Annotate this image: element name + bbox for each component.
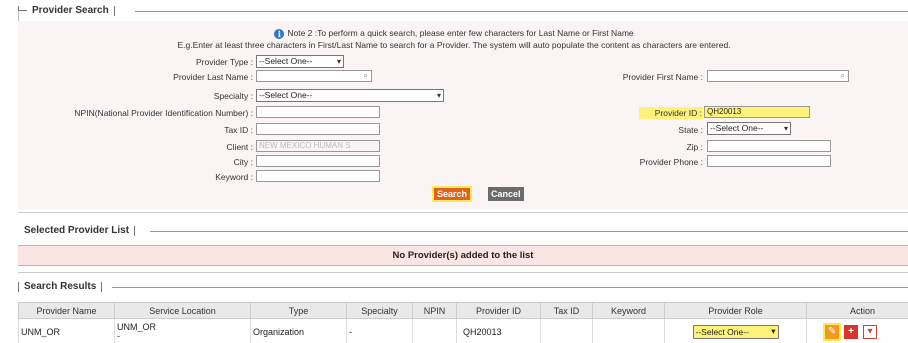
- zip-input[interactable]: [707, 140, 831, 152]
- note-line-2: E.g.Enter at least three characters in F…: [177, 40, 731, 50]
- info-icon: i: [274, 29, 285, 39]
- city-input[interactable]: [256, 155, 380, 167]
- chevron-down-icon: ▾: [771, 326, 776, 336]
- first-name-input[interactable]: ⌕: [707, 70, 849, 82]
- search-results-title: Search Results: [24, 281, 97, 292]
- col-provider-id[interactable]: Provider ID: [456, 302, 541, 319]
- search-results-table: Provider Name Service Location Type Spec…: [18, 302, 908, 343]
- search-icon: ⌕: [840, 71, 845, 80]
- chevron-down-icon: ▾: [783, 124, 788, 133]
- col-provider-role[interactable]: Provider Role: [664, 302, 807, 319]
- cell-action: ✎ + ▾: [806, 318, 908, 343]
- specialty-label: Specialty :: [213, 91, 253, 101]
- provider-search-legend: Provider Search: [18, 5, 115, 16]
- provider-search-title: Provider Search: [32, 5, 109, 16]
- col-type[interactable]: Type: [250, 302, 347, 319]
- cell-type: Organization: [250, 318, 347, 343]
- chevron-down-icon: ▾: [436, 91, 441, 100]
- empty-list-message: No Provider(s) added to the list: [18, 245, 908, 266]
- tax-id-input[interactable]: [256, 123, 380, 135]
- provider-phone-input[interactable]: [707, 155, 831, 167]
- last-name-label: Provider Last Name :: [173, 72, 253, 82]
- col-npin[interactable]: NPIN: [412, 302, 457, 319]
- npin-label: NPIN(National Provider Identification Nu…: [74, 108, 253, 118]
- tax-id-label: Tax ID :: [224, 125, 253, 135]
- client-label: Client :: [226, 142, 253, 152]
- cell-provider-id: QH20013: [456, 318, 541, 343]
- keyword-input[interactable]: [256, 170, 380, 182]
- provider-id-label: Provider ID :: [639, 107, 703, 119]
- state-select[interactable]: --Select One-- ▾: [707, 122, 791, 135]
- col-action: Action: [806, 302, 908, 319]
- cell-service-location: UNM_OR -: [114, 318, 251, 343]
- delete-icon[interactable]: ▾: [863, 324, 877, 339]
- provider-phone-label: Provider Phone :: [639, 157, 703, 167]
- city-label: City :: [233, 157, 253, 167]
- cell-keyword: [592, 318, 665, 343]
- table-row: UNM_OR UNM_OR - Organization - QH20013 -…: [18, 318, 908, 343]
- provider-id-input[interactable]: QH20013: [704, 106, 810, 118]
- provider-type-label: Provider Type :: [195, 57, 253, 67]
- cell-npin: [412, 318, 457, 343]
- edit-icon[interactable]: ✎: [825, 324, 839, 339]
- selected-list-legend: Selected Provider List: [22, 225, 136, 236]
- results-header-row: Provider Name Service Location Type Spec…: [18, 302, 908, 319]
- cell-specialty: -: [346, 318, 413, 343]
- last-name-input[interactable]: ⌕: [256, 70, 372, 82]
- search-results-legend: Search Results: [18, 281, 103, 292]
- col-keyword[interactable]: Keyword: [592, 302, 665, 319]
- search-button[interactable]: Search: [432, 186, 473, 202]
- chevron-down-icon: ▾: [336, 57, 341, 66]
- zip-label: Zip :: [686, 142, 703, 152]
- specialty-select[interactable]: --Select One-- ▾: [256, 89, 444, 102]
- cell-tax-id: [540, 318, 593, 343]
- col-tax-id[interactable]: Tax ID: [540, 302, 593, 319]
- provider-role-select[interactable]: --Select One-- ▾: [692, 324, 779, 339]
- cancel-button[interactable]: Cancel: [488, 187, 524, 201]
- npin-input[interactable]: [256, 106, 380, 118]
- provider-type-select[interactable]: --Select One-- ▾: [256, 55, 344, 68]
- add-icon[interactable]: +: [844, 324, 858, 339]
- col-provider-name[interactable]: Provider Name: [18, 302, 115, 319]
- client-input[interactable]: NEW MEXICO HUMAN S: [256, 140, 380, 152]
- cell-provider-role: --Select One-- ▾: [664, 318, 807, 343]
- state-label: State :: [678, 125, 703, 135]
- cell-provider-name: UNM_OR: [18, 318, 115, 343]
- search-icon: ⌕: [363, 71, 368, 80]
- note-line-1: i Note 2 :To perform a quick search, plea…: [0, 28, 908, 39]
- first-name-label: Provider First Name :: [622, 72, 703, 82]
- selected-list-title: Selected Provider List: [24, 225, 130, 236]
- keyword-label: Keyword :: [215, 172, 253, 182]
- col-specialty[interactable]: Specialty: [346, 302, 413, 319]
- col-service-location[interactable]: Service Location: [114, 302, 251, 319]
